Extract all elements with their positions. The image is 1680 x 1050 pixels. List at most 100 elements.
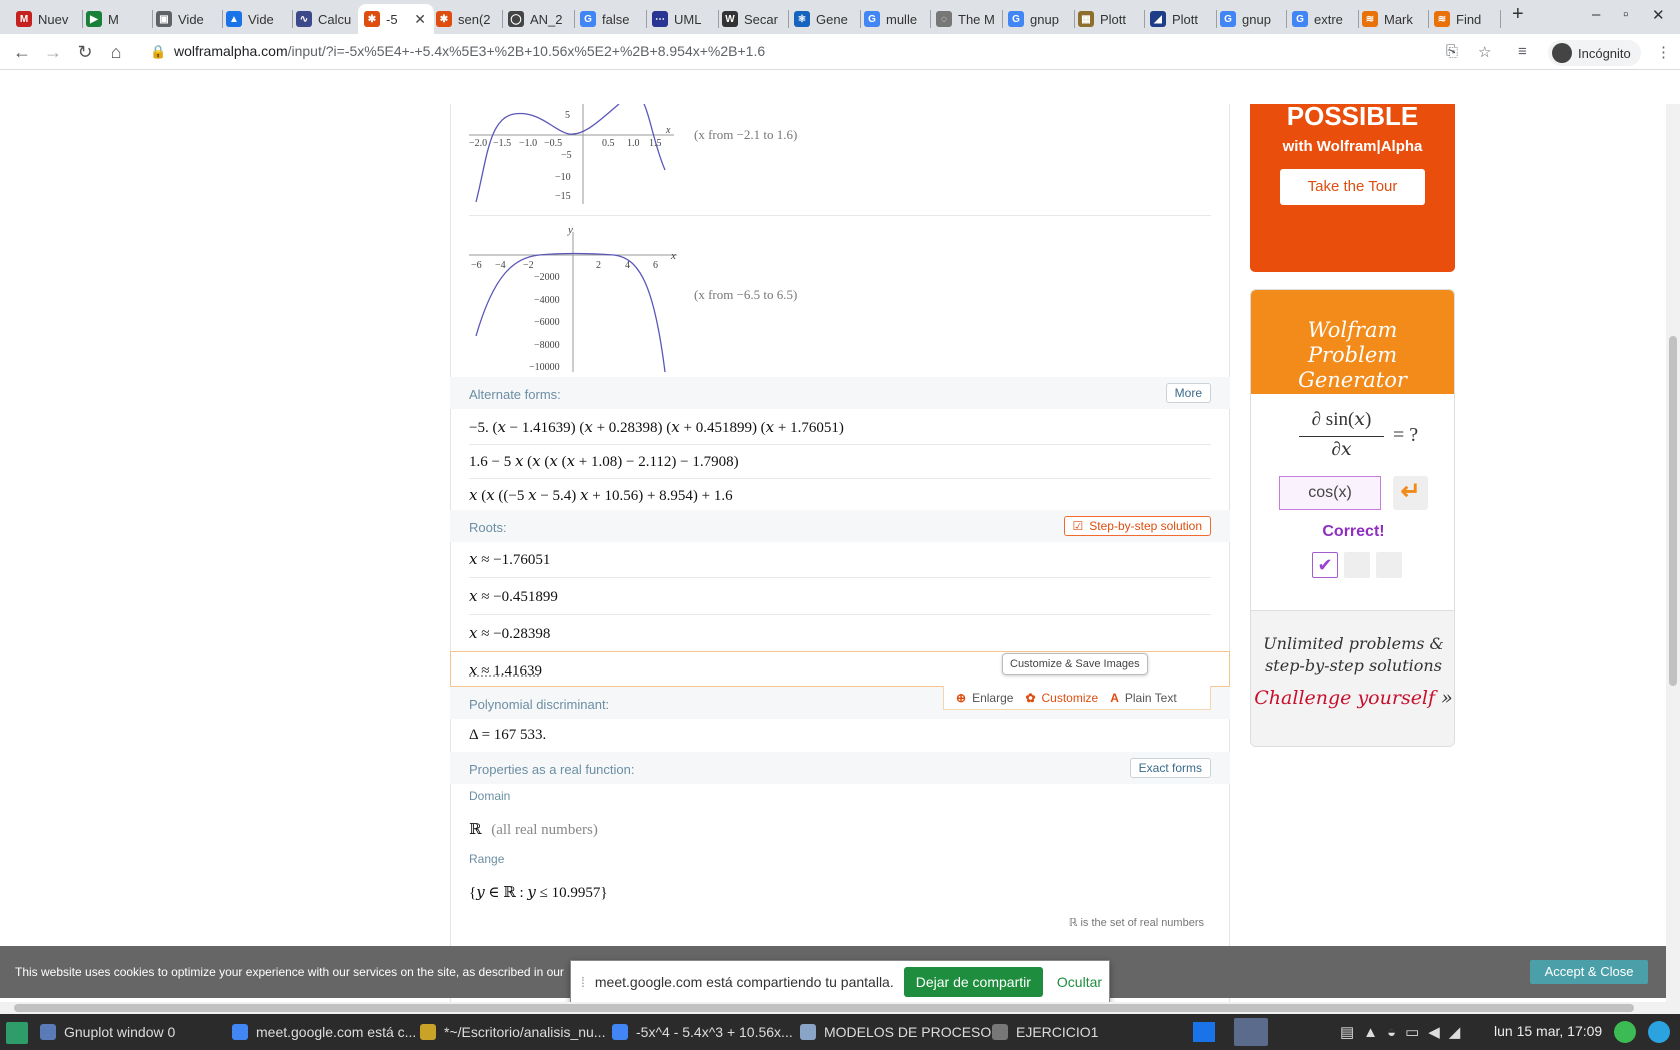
clock[interactable]: lun 15 mar, 17:09: [1494, 1023, 1602, 1039]
bookmark-star-icon[interactable]: ☆: [1478, 43, 1491, 61]
browser-tab[interactable]: ▣ Vide: [150, 4, 222, 34]
browser-tab[interactable]: ▲ Vide: [220, 4, 292, 34]
tab-close-icon[interactable]: ✕: [414, 11, 426, 28]
problem-generator-ad[interactable]: Wolfram Problem Generator ∂ sin(𝑥) ∂𝑥 = …: [1250, 289, 1455, 747]
divider: [469, 577, 1211, 578]
alternate-form-3[interactable]: 𝑥 (𝑥 ((−5 𝑥 − 5.4) 𝑥 + 10.56) + 8.954) +…: [469, 486, 733, 505]
browser-tab[interactable]: M Nuev: [10, 4, 82, 34]
svg-text:−2000: −2000: [534, 272, 560, 283]
plain-text-icon: A: [1110, 690, 1119, 705]
reading-list-icon[interactable]: ≡: [1518, 43, 1527, 60]
menu-kebab-icon[interactable]: ⋮: [1656, 43, 1671, 61]
enlarge-button[interactable]: ⊕ Enlarge: [956, 691, 1013, 705]
customize-tooltip: Customize & Save Images: [1002, 653, 1148, 675]
submit-arrow-icon[interactable]: ↵: [1393, 476, 1428, 510]
plot-narrow-range[interactable]: x 5 −2.0 −1.5 −1.0 −0.5 0.5 1.0 1.5 −5−10−15: [469, 104, 679, 208]
browser-tab[interactable]: ◯ AN_2: [502, 4, 574, 34]
root-4[interactable]: 𝑥 ≈ 1.41639: [469, 661, 542, 680]
taskbar-item[interactable]: -5x^4 - 5.4x^3 + 10.56x...: [612, 1014, 793, 1050]
taskbar-item[interactable]: *~/Escritorio/analisis_nu...: [420, 1014, 605, 1050]
alternate-form-1[interactable]: −5. (𝑥 − 1.41639) (𝑥 + 0.28398) (𝑥 + 0.4…: [469, 418, 844, 437]
svg-text:y: y: [567, 224, 573, 236]
drag-handle-icon[interactable]: ⁞: [581, 974, 585, 990]
scroll-thumb[interactable]: [1669, 336, 1677, 686]
horizontal-scrollbar[interactable]: [0, 1002, 1680, 1014]
taskbar-item[interactable]: EJERCICIO1: [992, 1014, 1098, 1050]
browser-tab[interactable]: Gmulle: [858, 4, 930, 34]
workspace-active-icon[interactable]: [1234, 1018, 1268, 1046]
take-the-tour-button[interactable]: Take the Tour: [1280, 169, 1425, 205]
home-icon[interactable]: ⌂: [104, 40, 128, 64]
alternate-form-2[interactable]: 1.6 − 5 𝑥 (𝑥 (𝑥 (𝑥 + 1.08) − 2.112) − 1.…: [469, 452, 739, 471]
os-menu-icon[interactable]: [6, 1022, 28, 1044]
pod-hover-toolbar: ⊕ Enlarge ✿ Customize A Plain Text: [943, 686, 1211, 710]
tab-separator: [1500, 10, 1501, 28]
customize-button[interactable]: ✿ Customize: [1025, 691, 1098, 705]
svg-text:−1.5: −1.5: [493, 138, 511, 149]
tab-label: Gene: [816, 11, 848, 27]
update-icon[interactable]: [1614, 1021, 1636, 1043]
range-value[interactable]: {𝑦 ∈ ℝ : 𝑦 ≤ 10.9957}: [469, 883, 608, 902]
browser-tab[interactable]: ▶ M: [80, 4, 152, 34]
hide-button[interactable]: Ocultar: [1057, 974, 1102, 990]
stop-sharing-button[interactable]: Dejar de compartir: [903, 967, 1043, 997]
root-2[interactable]: 𝑥 ≈ −0.451899: [469, 587, 558, 606]
browser-tab[interactable]: Ggnup: [1214, 4, 1286, 34]
browser-tab[interactable]: ≋ Find: [1428, 4, 1500, 34]
browser-tab[interactable]: Gfalse: [574, 4, 646, 34]
vertical-scrollbar[interactable]: [1666, 104, 1680, 1002]
more-button[interactable]: More: [1165, 383, 1211, 403]
minimize-icon[interactable]: –: [1592, 6, 1600, 23]
browser-tab[interactable]: ◌ The M: [930, 4, 1002, 34]
new-tab-icon[interactable]: +: [1512, 3, 1524, 26]
tab-favicon-icon: ⋯: [652, 11, 668, 27]
taskbar-item[interactable]: Gnuplot window 0: [40, 1014, 175, 1050]
translate-icon[interactable]: ⎘: [1446, 43, 1458, 60]
svg-text:−8000: −8000: [534, 340, 560, 351]
plot-wide-range[interactable]: y x −6 −4 −2 246 −2000−4000−6000−8000−1000…: [469, 224, 689, 376]
workspace-icon[interactable]: [1193, 1022, 1215, 1042]
plain-text-label: Plain Text: [1124, 690, 1177, 705]
browser-tab[interactable]: ✱ -5 ✕: [358, 4, 434, 34]
browser-tab[interactable]: ✱ sen(2: [430, 4, 502, 34]
exact-forms-button[interactable]: Exact forms: [1129, 758, 1211, 778]
challenge-link[interactable]: Challenge yourself »: [1251, 687, 1454, 709]
maximize-icon[interactable]: ▫: [1623, 6, 1628, 23]
answer-input[interactable]: cos(x): [1279, 476, 1381, 510]
address-bar[interactable]: wolframalpha.com/input/?i=-5x%5E4+-+5.4x…: [174, 43, 765, 59]
svg-text:2: 2: [596, 260, 601, 271]
discriminant-value[interactable]: Δ = 167 533.: [469, 727, 546, 744]
wolfram-tour-ad[interactable]: POSSIBLE with Wolfram|Alpha Take the Tou…: [1250, 104, 1455, 272]
reload-icon[interactable]: ↻: [73, 40, 97, 64]
step-by-step-button[interactable]: ☑ Step-by-step solution: [1063, 516, 1211, 536]
accept-close-button[interactable]: Accept & Close: [1530, 960, 1648, 984]
browser-tab[interactable]: Gextre: [1286, 4, 1358, 34]
browser-tab[interactable]: ⚛ Gene: [788, 4, 860, 34]
browser-tab[interactable]: ▦ Plott: [1072, 4, 1144, 34]
tab-favicon-icon: G: [1220, 11, 1236, 27]
discriminant-title: Polynomial discriminant:: [469, 697, 610, 712]
browser-tab[interactable]: ◢ Plott: [1144, 4, 1216, 34]
root-1[interactable]: 𝑥 ≈ −1.76051: [469, 550, 550, 569]
svg-text:x: x: [665, 125, 671, 136]
browser-tab[interactable]: Ggnup: [1002, 4, 1074, 34]
browser-tab[interactable]: W Secar: [716, 4, 788, 34]
domain-row[interactable]: ℝ (all real numbers): [469, 820, 598, 839]
browser-tab[interactable]: ∿ Calcu: [290, 4, 362, 34]
back-icon[interactable]: ←: [10, 40, 34, 64]
incognito-badge[interactable]: Incógnito: [1548, 40, 1641, 66]
system-tray-icons[interactable]: ▤▲◒▭◀◢: [1340, 1023, 1469, 1041]
scroll-thumb[interactable]: [14, 1004, 1634, 1012]
plain-text-button[interactable]: A Plain Text: [1110, 691, 1176, 705]
close-window-icon[interactable]: ✕: [1652, 6, 1665, 24]
browser-tab[interactable]: ⋯ UML: [646, 4, 718, 34]
svg-text:6: 6: [653, 260, 658, 271]
forward-icon[interactable]: →: [41, 40, 65, 64]
lock-icon[interactable]: 🔒: [150, 44, 166, 60]
taskbar-item[interactable]: MODELOS DE PROCESO...: [800, 1014, 1003, 1050]
browser-tab[interactable]: ≋ Mark: [1356, 4, 1428, 34]
root-3[interactable]: 𝑥 ≈ −0.28398: [469, 624, 550, 643]
svg-text:x: x: [670, 250, 676, 262]
taskbar-item[interactable]: meet.google.com está c...: [232, 1014, 416, 1050]
telegram-icon[interactable]: [1648, 1021, 1670, 1043]
